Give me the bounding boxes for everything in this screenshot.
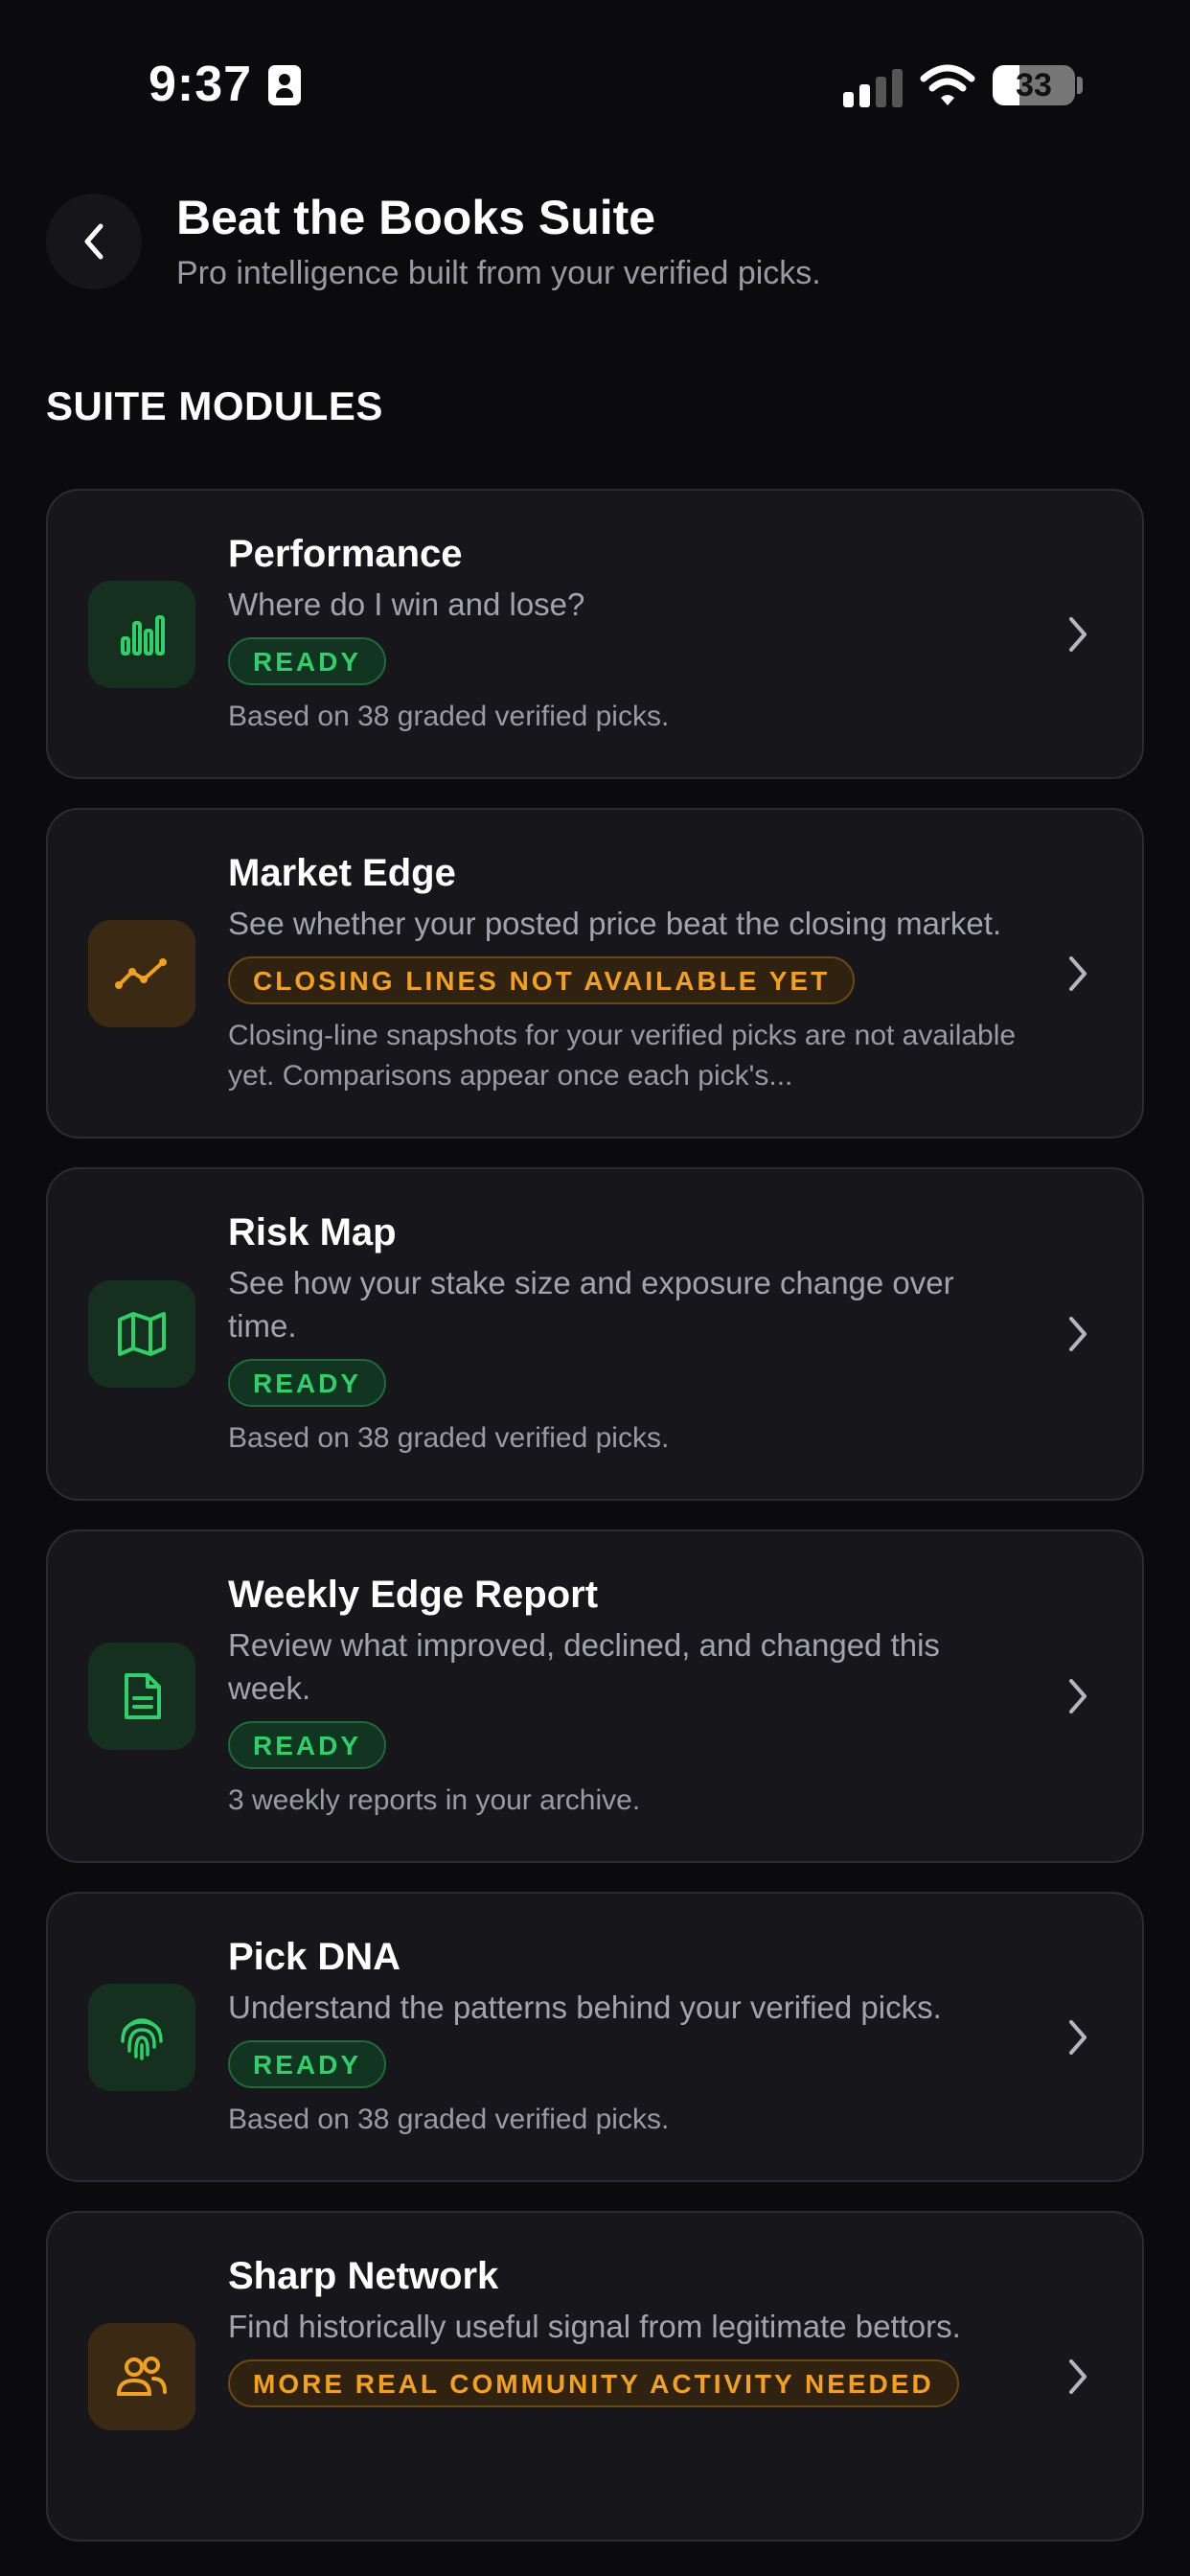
chevron-right-icon (1069, 1679, 1087, 1714)
battery-level: 33 (1016, 67, 1052, 104)
module-name: Performance (228, 533, 463, 575)
module-name: Market Edge (228, 852, 456, 894)
module-card-pick-dna[interactable]: Pick DNA Understand the patterns behind … (46, 1892, 1144, 2182)
status-badge: MORE REAL COMMUNITY ACTIVITY NEEDED (228, 2359, 959, 2407)
page-subtitle: Pro intelligence built from your verifie… (176, 255, 821, 291)
page-title: Beat the Books Suite (176, 191, 656, 244)
module-name: Risk Map (228, 1211, 397, 1254)
module-description: Review what improved, declined, and chan… (228, 1627, 940, 1706)
fingerprint-icon (121, 2017, 163, 2060)
module-list: Performance Where do I win and lose? REA… (46, 489, 1144, 2570)
battery-icon: 33 (993, 65, 1075, 105)
status-badge: READY (228, 1359, 387, 1407)
module-description: See whether your posted price beat the c… (228, 906, 1002, 941)
cellular-signal-icon (843, 67, 903, 107)
trend-line-icon (115, 957, 167, 989)
module-footer: Based on 38 graded verified picks. (228, 1422, 670, 1454)
back-button[interactable] (46, 194, 142, 289)
status-time: 9:37 (149, 57, 253, 112)
battery-tip (1077, 77, 1083, 94)
module-icon-container (88, 1280, 195, 1388)
module-footer: Based on 38 graded verified picks. (228, 701, 670, 732)
module-card-risk-map[interactable]: Risk Map See how your stake size and exp… (46, 1167, 1144, 1501)
module-footer (228, 2419, 1018, 2499)
map-icon (118, 1312, 166, 1356)
module-card-performance[interactable]: Performance Where do I win and lose? REA… (46, 489, 1144, 779)
bar-chart-icon (121, 614, 165, 656)
module-footer: Closing-line snapshots for your verified… (228, 1020, 1017, 1092)
module-footer: 3 weekly reports in your archive. (228, 1784, 641, 1816)
contact-badge-icon (268, 65, 301, 105)
module-card-sharp-network[interactable]: Sharp Network Find historically useful s… (46, 2211, 1144, 2542)
module-description: Where do I win and lose? (228, 586, 585, 622)
module-icon-container (88, 580, 195, 688)
module-name: Sharp Network (228, 2255, 499, 2297)
module-name: Weekly Edge Report (228, 1574, 599, 1616)
module-card-market-edge[interactable]: Market Edge See whether your posted pric… (46, 808, 1144, 1138)
chevron-left-icon (84, 223, 103, 260)
module-name: Pick DNA (228, 1936, 401, 1978)
status-bar: 9:37 33 (0, 0, 1190, 172)
module-icon-container (88, 1983, 195, 2091)
status-badge: READY (228, 2040, 387, 2088)
document-icon (125, 1673, 161, 1719)
status-badge: READY (228, 1721, 387, 1769)
module-description: Find historically useful signal from leg… (228, 2309, 961, 2344)
module-footer: Based on 38 graded verified picks. (228, 2104, 670, 2135)
module-icon-container (88, 919, 195, 1027)
people-icon (116, 2356, 167, 2396)
section-title: SUITE MODULES (46, 383, 383, 428)
status-badge: CLOSING LINES NOT AVAILABLE YET (228, 956, 856, 1004)
module-description: See how your stake size and exposure cha… (228, 1265, 954, 1344)
chevron-right-icon (1069, 955, 1087, 991)
module-card-weekly-edge-report[interactable]: Weekly Edge Report Review what improved,… (46, 1530, 1144, 1863)
module-icon-container (88, 2322, 195, 2430)
module-icon-container (88, 1643, 195, 1750)
chevron-right-icon (1069, 2358, 1087, 2394)
chevron-right-icon (1069, 2019, 1087, 2055)
chevron-right-icon (1069, 1317, 1087, 1351)
module-description: Understand the patterns behind your veri… (228, 1990, 942, 2025)
wifi-icon (920, 64, 975, 105)
status-badge: READY (228, 637, 387, 685)
chevron-right-icon (1069, 616, 1087, 652)
